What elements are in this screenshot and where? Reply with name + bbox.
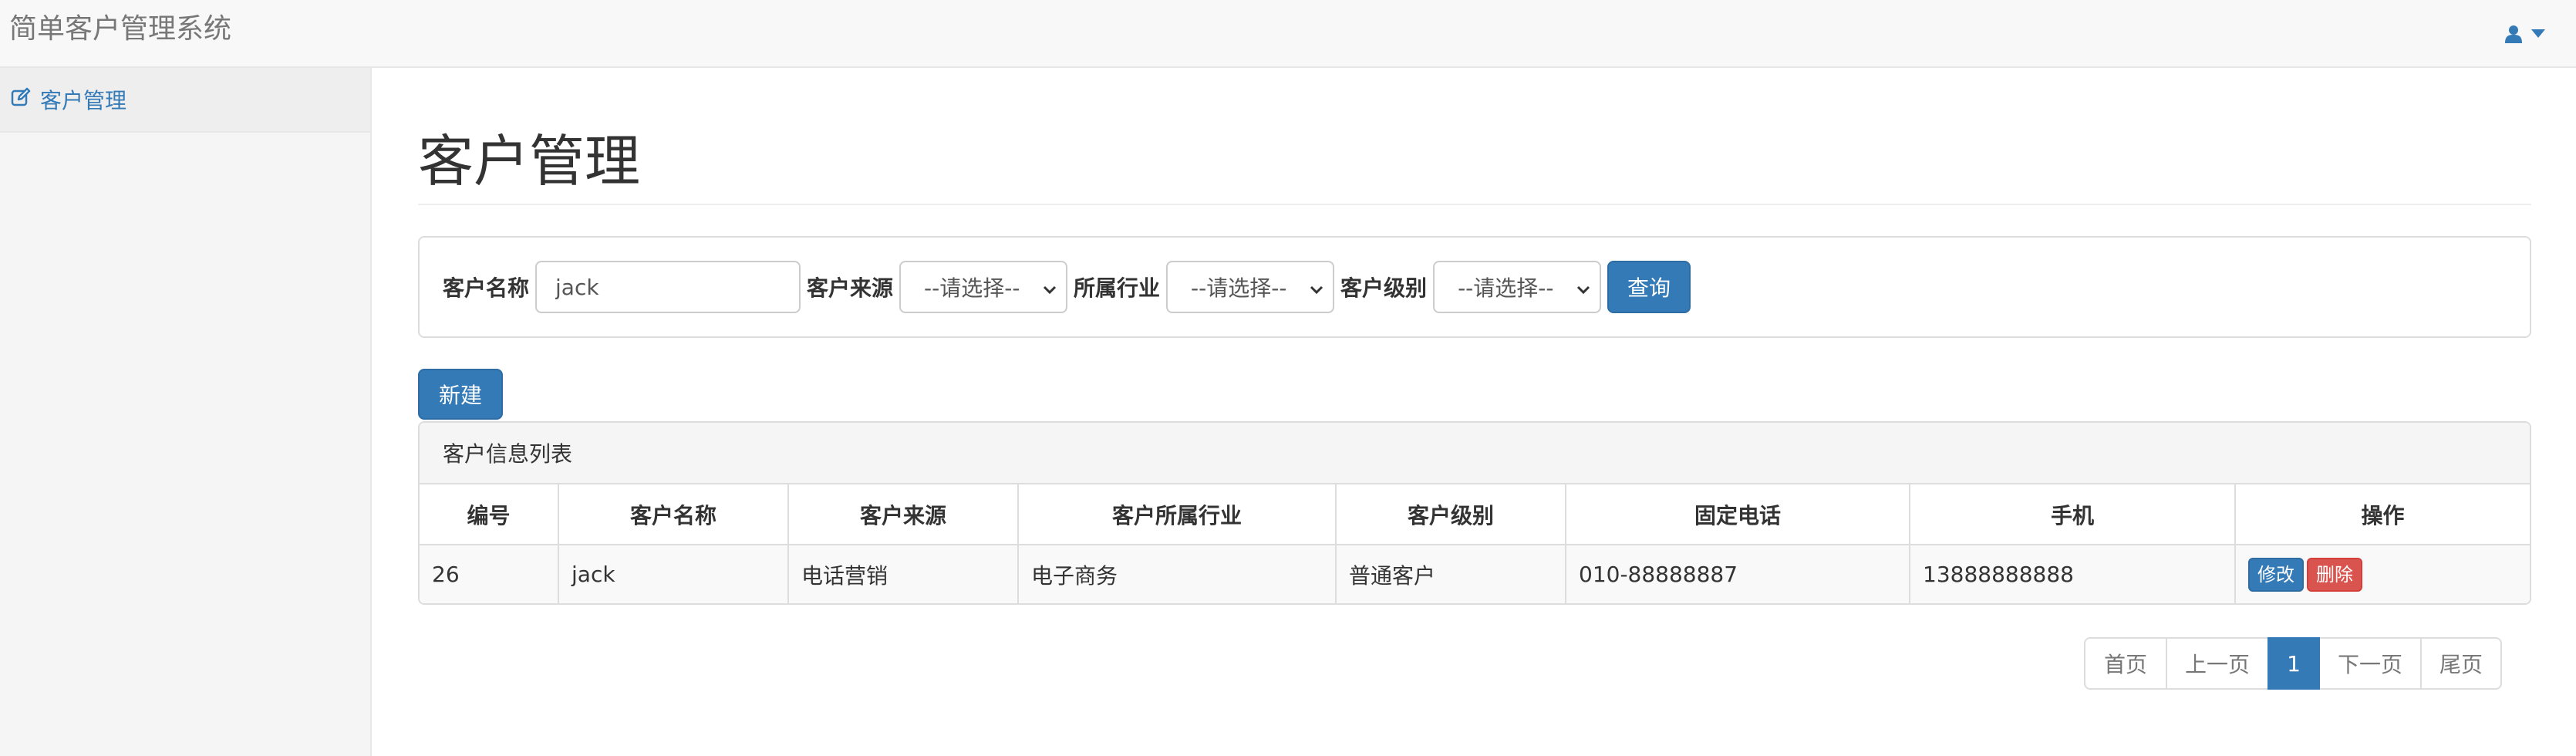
customer-name-input[interactable] [535,261,801,313]
customer-level-selected: --请选择-- [1458,275,1554,301]
page-header: 客户管理 [418,127,2531,205]
sidebar: 客户管理 [0,68,372,756]
table-header-row: 编号 客户名称 客户来源 客户所属行业 客户级别 固定电话 手机 操作 [420,484,2530,545]
column-header: 编号 [420,484,559,545]
sidebar-item-customer-management[interactable]: 客户管理 [0,68,370,133]
customer-table: 编号 客户名称 客户来源 客户所属行业 客户级别 固定电话 手机 操作 26 j… [420,484,2530,603]
column-header: 固定电话 [1566,484,1910,545]
customer-name-label: 客户名称 [443,275,530,301]
top-navbar: 简单客户管理系统 [0,0,2576,68]
query-button[interactable]: 查询 [1607,261,1691,313]
industry-select[interactable]: --请选择-- [1166,261,1335,313]
column-header: 客户所属行业 [1018,484,1337,545]
chevron-down-icon [1310,275,1323,300]
caret-down-icon [2531,29,2545,39]
cell-source: 电话营销 [788,545,1019,603]
page-next-button[interactable]: 下一页 [2318,637,2422,690]
customer-list-panel: 客户信息列表 编号 客户名称 客户来源 客户所属行业 客户级别 固定电话 手机 … [418,421,2531,605]
table-row: 26 jack 电话营销 电子商务 普通客户 010-88888887 1388… [420,545,2530,603]
chevron-down-icon [1576,275,1590,300]
page-last-button[interactable]: 尾页 [2420,637,2502,690]
industry-selected: --请选择-- [1191,275,1287,301]
user-menu[interactable] [2505,17,2545,51]
search-form: 客户名称 客户来源 --请选择-- 所属行业 --请选择-- 客户级别 --请选… [418,236,2531,338]
delete-button[interactable]: 删除 [2307,557,2362,592]
chevron-down-icon [1043,275,1057,300]
app-title[interactable]: 简单客户管理系统 [9,11,231,48]
column-header: 操作 [2235,484,2530,545]
page-prev-button[interactable]: 上一页 [2166,637,2269,690]
customer-level-select[interactable]: --请选择-- [1433,261,1602,313]
cell-actions: 修改 删除 [2235,545,2530,603]
main-content: 客户管理 客户名称 客户来源 --请选择-- 所属行业 --请选择-- 客户级别… [418,68,2531,605]
cell-phone: 010-88888887 [1566,545,1910,603]
column-header: 客户级别 [1336,484,1566,545]
customer-list-heading: 客户信息列表 [420,423,2530,484]
edit-icon [11,87,31,113]
new-customer-button[interactable]: 新建 [418,369,503,420]
edit-button[interactable]: 修改 [2248,557,2304,592]
customer-source-selected: --请选择-- [924,275,1020,301]
cell-level: 普通客户 [1336,545,1566,603]
pagination: 首页 上一页 1 下一页 尾页 [2084,637,2502,690]
column-header: 客户来源 [788,484,1019,545]
column-header: 客户名称 [558,484,789,545]
cell-industry: 电子商务 [1018,545,1337,603]
customer-source-select[interactable]: --请选择-- [899,261,1068,313]
sidebar-item-label: 客户管理 [40,88,127,113]
cell-id: 26 [420,545,559,603]
page-current-button[interactable]: 1 [2267,637,2320,690]
cell-name: jack [558,545,789,603]
industry-label: 所属行业 [1074,275,1161,301]
customer-level-label: 客户级别 [1340,275,1428,301]
column-header: 手机 [1910,484,2236,545]
user-icon [2505,25,2522,43]
cell-mobile: 13888888888 [1910,545,2236,603]
page-first-button[interactable]: 首页 [2084,637,2167,690]
customer-source-label: 客户来源 [807,275,894,301]
page-title: 客户管理 [418,129,641,194]
